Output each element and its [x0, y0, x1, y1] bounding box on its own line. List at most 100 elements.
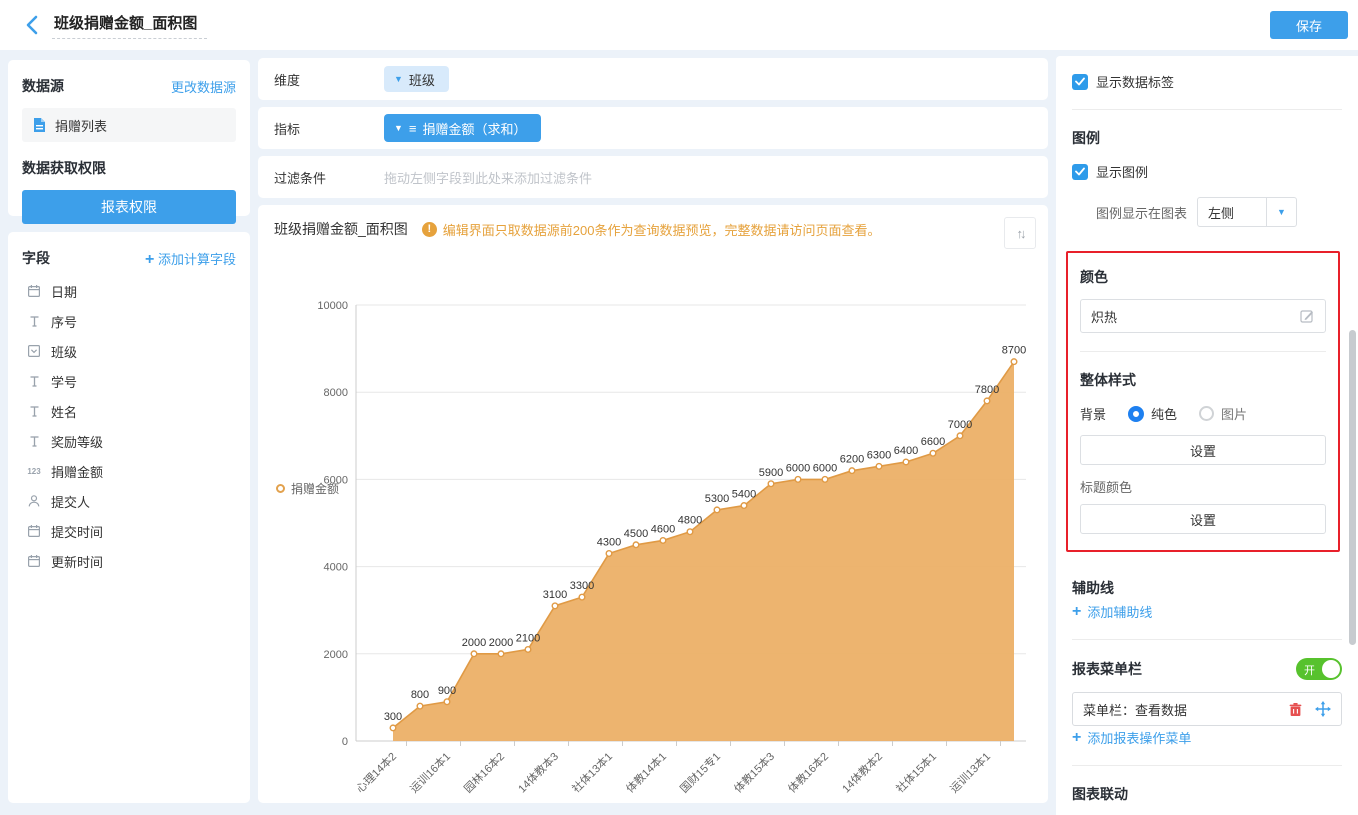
field-item-label: 更新时间 [51, 552, 103, 571]
field-item-label: 提交时间 [51, 522, 103, 541]
chart-linkage-heading: 图表联动 [1072, 784, 1342, 804]
svg-text:4600: 4600 [651, 523, 675, 535]
show-data-label-checkbox[interactable] [1072, 74, 1088, 90]
dimension-pill[interactable]: ▼ 班级 [384, 66, 449, 92]
color-theme-input[interactable]: 炽热 [1080, 299, 1326, 333]
add-report-menu-link[interactable]: +添加报表操作菜单 [1072, 728, 1191, 747]
svg-text:900: 900 [438, 685, 456, 697]
metric-label: 指标 [274, 119, 384, 138]
svg-text:5300: 5300 [705, 493, 729, 505]
add-guide-line-link[interactable]: +添加辅助线 [1072, 602, 1152, 621]
legend-heading: 图例 [1072, 128, 1342, 148]
warning-icon: ! [422, 222, 437, 237]
field-item[interactable]: 提交时间 [22, 516, 236, 546]
sort-button[interactable]: ↑↓ [1004, 217, 1036, 249]
svg-text:300: 300 [384, 711, 402, 723]
text-icon [26, 375, 42, 388]
svg-text:社体15本1: 社体15本1 [893, 749, 939, 795]
plus-icon: + [1072, 604, 1081, 620]
edit-icon[interactable] [1299, 308, 1315, 324]
divider [1072, 109, 1342, 110]
color-heading: 颜色 [1080, 267, 1326, 287]
field-item[interactable]: 123捐赠金额 [22, 456, 236, 486]
radio-on-icon [1128, 406, 1144, 422]
svg-text:2000: 2000 [324, 649, 348, 661]
legend-position-label: 图例显示在图表 [1096, 203, 1187, 222]
bg-image-radio[interactable]: 图片 [1199, 404, 1247, 423]
field-item[interactable]: 奖励等级 [22, 426, 236, 456]
settings-panel: 显示数据标签 图例 显示图例 图例显示在图表 左侧 ▼ 颜色 炽热 整体样式 背… [1056, 56, 1358, 815]
svg-text:心理14本2: 心理14本2 [353, 749, 399, 795]
page-scrollbar[interactable] [1349, 330, 1356, 645]
svg-text:3100: 3100 [543, 589, 567, 601]
divider [1072, 639, 1342, 640]
move-icon[interactable] [1315, 701, 1331, 717]
field-item[interactable]: 提交人 [22, 486, 236, 516]
legend-position-select[interactable]: 左侧 ▼ [1197, 197, 1297, 227]
svg-text:8000: 8000 [324, 387, 348, 399]
toggle-knob [1322, 660, 1340, 678]
report-menu-toggle[interactable]: 开 [1296, 658, 1342, 680]
menu-bar-item[interactable]: 菜单栏：查看数据 [1072, 692, 1342, 726]
divider [1080, 351, 1326, 352]
save-button[interactable]: 保存 [1270, 11, 1348, 39]
background-set-button[interactable]: 设置 [1080, 435, 1326, 465]
metric-pill[interactable]: ▼ ≡ 捐赠金额（求和） [384, 114, 541, 142]
check-icon [1075, 77, 1085, 86]
select-icon [26, 344, 42, 358]
field-item[interactable]: 学号 [22, 366, 236, 396]
filter-label: 过滤条件 [274, 168, 384, 187]
svg-text:14体教本3: 14体教本3 [515, 749, 561, 795]
svg-text:体教14本1: 体教14本1 [623, 749, 669, 795]
svg-text:10000: 10000 [317, 300, 348, 312]
filter-placeholder: 拖动左侧字段到此处来添加过滤条件 [384, 168, 592, 187]
check-icon [1075, 167, 1085, 176]
chevron-down-icon: ▼ [1277, 207, 1286, 217]
svg-text:6000: 6000 [324, 474, 348, 486]
svg-text:园林16本2: 园林16本2 [461, 749, 507, 795]
field-item[interactable]: 序号 [22, 306, 236, 336]
filter-row[interactable]: 过滤条件 拖动左侧字段到此处来添加过滤条件 [258, 156, 1048, 198]
svg-text:5400: 5400 [732, 489, 756, 501]
metric-row: 指标 ▼ ≡ 捐赠金额（求和） [258, 107, 1048, 149]
svg-text:2100: 2100 [516, 632, 540, 644]
plus-icon: + [145, 251, 154, 268]
top-bar: 班级捐赠金额_面积图 保存 [0, 0, 1358, 50]
bg-solid-radio[interactable]: 纯色 [1128, 404, 1177, 423]
show-legend-text: 显示图例 [1096, 162, 1148, 181]
calendar-icon [26, 554, 42, 568]
svg-text:6200: 6200 [840, 454, 864, 466]
add-calc-field-link[interactable]: + 添加计算字段 [145, 249, 236, 268]
svg-text:6000: 6000 [786, 462, 810, 474]
report-permission-button[interactable]: 报表权限 [22, 190, 236, 224]
field-item-label: 序号 [51, 312, 77, 331]
number-icon: 123 [26, 467, 42, 476]
field-item-label: 姓名 [51, 402, 77, 421]
field-item[interactable]: 姓名 [22, 396, 236, 426]
field-item[interactable]: 更新时间 [22, 546, 236, 576]
show-data-label-text: 显示数据标签 [1096, 72, 1174, 91]
svg-text:国财15专1: 国财15专1 [677, 749, 723, 795]
datasource-heading: 数据源 [22, 76, 64, 96]
show-legend-checkbox[interactable] [1072, 164, 1088, 180]
plus-icon: + [1072, 730, 1081, 746]
svg-text:6600: 6600 [921, 436, 945, 448]
svg-text:7000: 7000 [948, 419, 972, 431]
change-datasource-link[interactable]: 更改数据源 [171, 77, 236, 96]
text-icon [26, 435, 42, 448]
chevron-down-icon: ▼ [394, 123, 403, 133]
background-label: 背景 [1080, 404, 1106, 423]
svg-text:运训13本1: 运训13本1 [947, 749, 993, 795]
title-color-set-button[interactable]: 设置 [1080, 504, 1326, 534]
svg-text:4000: 4000 [324, 562, 348, 574]
permission-heading: 数据获取权限 [22, 158, 236, 178]
field-item[interactable]: 日期 [22, 276, 236, 306]
datasource-item[interactable]: 捐赠列表 [22, 108, 236, 142]
page-title[interactable]: 班级捐赠金额_面积图 [52, 12, 207, 39]
back-button[interactable] [12, 5, 52, 45]
field-item[interactable]: 班级 [22, 336, 236, 366]
highlighted-color-style-group: 颜色 炽热 整体样式 背景 纯色 图片 设置 标题颜色 设置 [1066, 251, 1340, 552]
trash-icon[interactable] [1288, 702, 1303, 717]
field-list: 日期序号班级学号姓名奖励等级123捐赠金额提交人提交时间更新时间 [22, 276, 236, 576]
svg-text:体教15本3: 体教15本3 [731, 749, 777, 795]
